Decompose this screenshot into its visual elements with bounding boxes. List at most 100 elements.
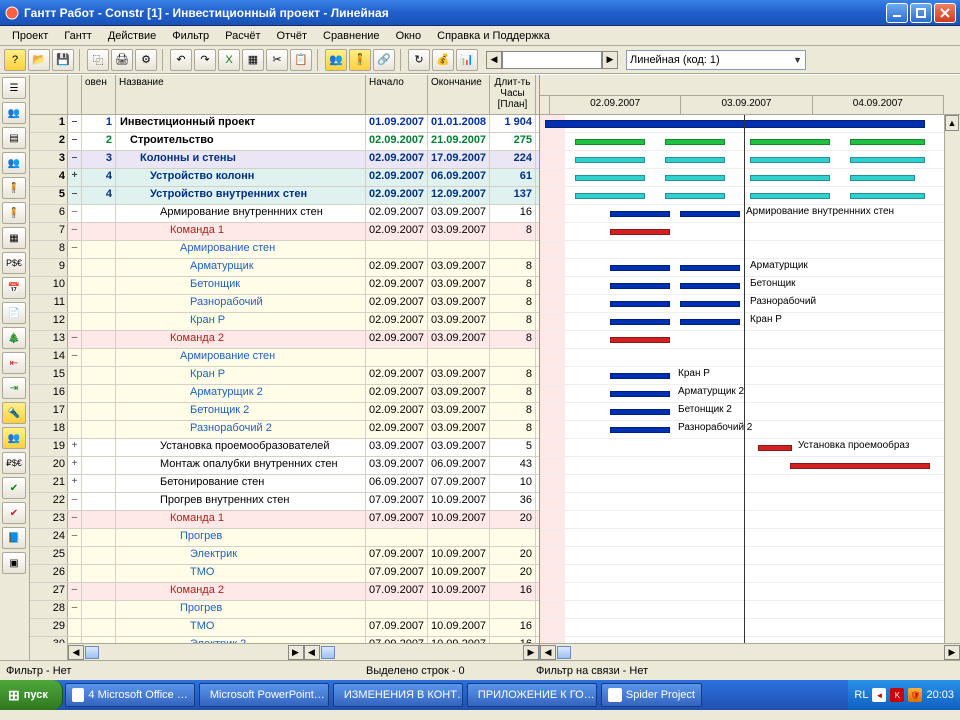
gantt-row[interactable] bbox=[540, 457, 944, 475]
gantt-bar[interactable] bbox=[545, 120, 925, 128]
scroll-thumb[interactable] bbox=[557, 646, 571, 659]
team-teal-icon[interactable]: 👥 bbox=[2, 152, 26, 174]
scroll-left-icon[interactable]: ◀ bbox=[540, 645, 556, 660]
header-duration[interactable]: Длит-ть Часы [План] bbox=[490, 75, 536, 114]
save-icon[interactable]: 💾 bbox=[52, 49, 74, 71]
gantt-bar[interactable] bbox=[610, 229, 670, 235]
gantt-bar[interactable] bbox=[575, 175, 645, 181]
menu-item[interactable]: Расчёт bbox=[217, 28, 268, 44]
open-icon[interactable]: 📂 bbox=[28, 49, 50, 71]
gantt-hscroll[interactable]: ◀ ▶ bbox=[540, 643, 960, 660]
scroll-up-icon[interactable]: ▲ bbox=[945, 115, 959, 131]
copy-icon[interactable]: ⿻ bbox=[87, 49, 109, 71]
table-row[interactable]: 4+4Устройство колонн02.09.200706.09.2007… bbox=[30, 169, 539, 187]
gantt-bar[interactable] bbox=[850, 139, 925, 145]
money-icon[interactable]: 💰 bbox=[432, 49, 454, 71]
gantt-row[interactable]: Бетонщик bbox=[540, 277, 944, 295]
people-icon[interactable]: 👥 bbox=[325, 49, 347, 71]
undo-icon[interactable]: ↶ bbox=[170, 49, 192, 71]
table-row[interactable]: 26ТМО07.09.200710.09.200720 bbox=[30, 565, 539, 583]
filter-icon[interactable]: ▤ bbox=[2, 127, 26, 149]
gantt-bar[interactable] bbox=[610, 301, 670, 307]
gantt-row[interactable]: Кран Р bbox=[540, 367, 944, 385]
gantt-bar[interactable] bbox=[680, 301, 740, 307]
gantt-bar[interactable] bbox=[850, 175, 915, 181]
gantt-bar[interactable] bbox=[575, 157, 645, 163]
close-button[interactable] bbox=[934, 3, 956, 23]
gantt-bar[interactable] bbox=[610, 337, 670, 343]
gantt-row[interactable] bbox=[540, 583, 944, 601]
gantt-row[interactable]: Бетонщик 2 bbox=[540, 403, 944, 421]
table-row[interactable]: 5–4Устройство внутренних стен02.09.20071… bbox=[30, 187, 539, 205]
gantt-row[interactable] bbox=[540, 529, 944, 547]
menu-item[interactable]: Фильтр bbox=[164, 28, 217, 44]
gantt-bar[interactable] bbox=[610, 283, 670, 289]
gantt-row[interactable] bbox=[540, 223, 944, 241]
menu-item[interactable]: Окно bbox=[388, 28, 430, 44]
expand-toggle[interactable] bbox=[68, 421, 82, 438]
table-row[interactable]: 12Кран Р02.09.200703.09.20078 bbox=[30, 313, 539, 331]
expand-toggle[interactable] bbox=[68, 547, 82, 564]
table-row[interactable]: 13–Команда 202.09.200703.09.20078 bbox=[30, 331, 539, 349]
gantt-row[interactable]: Армирование внутреннних стен bbox=[540, 205, 944, 223]
expand-toggle[interactable]: – bbox=[68, 151, 82, 168]
expand-toggle[interactable]: – bbox=[68, 187, 82, 204]
gantt-bar[interactable] bbox=[758, 445, 792, 451]
expand-toggle[interactable]: – bbox=[68, 493, 82, 510]
taskbar-task[interactable]: ПРИЛОЖЕНИЕ К ГО… bbox=[467, 683, 597, 707]
gantt-row[interactable] bbox=[540, 619, 944, 637]
cut-icon[interactable]: ✂ bbox=[266, 49, 288, 71]
gantt-bar[interactable] bbox=[610, 427, 670, 433]
print-icon[interactable]: 🖨 bbox=[111, 49, 133, 71]
clock[interactable]: 20:03 bbox=[926, 689, 954, 701]
start-button[interactable]: ⊞ пуск bbox=[0, 680, 63, 710]
tray-icon-3[interactable]: 🛡 bbox=[908, 688, 922, 702]
expand-toggle[interactable]: – bbox=[68, 205, 82, 222]
expand-toggle[interactable] bbox=[68, 385, 82, 402]
tree-icon[interactable]: 🎄 bbox=[2, 327, 26, 349]
gantt-row[interactable] bbox=[540, 241, 944, 259]
expand-toggle[interactable]: – bbox=[68, 511, 82, 528]
scroll-thumb[interactable] bbox=[321, 646, 335, 659]
expand-icon[interactable]: ⇥ bbox=[2, 377, 26, 399]
gantt-row[interactable]: Арматурщик 2 bbox=[540, 385, 944, 403]
gantt-bar[interactable] bbox=[850, 157, 925, 163]
misc-icon[interactable]: ▣ bbox=[2, 552, 26, 574]
grid-dates-hscroll[interactable]: ◀ ▶ bbox=[304, 643, 540, 660]
gantt-bar[interactable] bbox=[610, 211, 670, 217]
person-red-icon[interactable]: 🧍 bbox=[2, 177, 26, 199]
gantt-row[interactable]: Арматурщик bbox=[540, 259, 944, 277]
menu-item[interactable]: Справка и Поддержка bbox=[429, 28, 558, 44]
gantt-row[interactable]: Разнорабочий 2 bbox=[540, 421, 944, 439]
table-row[interactable]: 22–Прогрев внутренних стен07.09.200710.0… bbox=[30, 493, 539, 511]
expand-toggle[interactable]: + bbox=[68, 457, 82, 474]
taskbar-task[interactable]: 4 Microsoft Office … bbox=[65, 683, 195, 707]
table-row[interactable]: 18Разнорабочий 202.09.200703.09.20078 bbox=[30, 421, 539, 439]
table-row[interactable]: 23–Команда 107.09.200710.09.200720 bbox=[30, 511, 539, 529]
gantt-row[interactable]: Разнорабочий bbox=[540, 295, 944, 313]
header-end[interactable]: Окончание bbox=[428, 75, 490, 114]
expand-toggle[interactable]: – bbox=[68, 349, 82, 366]
link-icon[interactable]: 🔗 bbox=[373, 49, 395, 71]
header-name[interactable]: Название bbox=[116, 75, 366, 114]
gantt-row[interactable] bbox=[540, 547, 944, 565]
header-level[interactable]: овен bbox=[82, 75, 116, 114]
gantt-row[interactable] bbox=[540, 115, 944, 133]
expand-toggle[interactable]: – bbox=[68, 133, 82, 150]
scale-select[interactable]: Линейная (код: 1) ▼ bbox=[626, 50, 806, 70]
scroll-right-icon[interactable]: ▶ bbox=[523, 645, 539, 660]
expand-toggle[interactable]: – bbox=[68, 583, 82, 600]
table-row[interactable]: 9Арматурщик02.09.200703.09.20078 bbox=[30, 259, 539, 277]
gantt-bar[interactable] bbox=[610, 265, 670, 271]
expand-toggle[interactable] bbox=[68, 619, 82, 636]
expand-toggle[interactable] bbox=[68, 277, 82, 294]
table-row[interactable]: 2–2Строительство02.09.200721.09.2007275 bbox=[30, 133, 539, 151]
currency-icon[interactable]: P$€ bbox=[2, 252, 26, 274]
scroll-left-icon[interactable]: ◀ bbox=[68, 645, 84, 660]
gantt-bar[interactable] bbox=[665, 139, 725, 145]
gantt-bar[interactable] bbox=[790, 463, 930, 469]
table-row[interactable]: 3–3Колонны и стены02.09.200717.09.200722… bbox=[30, 151, 539, 169]
scroll-left-icon[interactable]: ◀ bbox=[304, 645, 320, 660]
table-row[interactable]: 10Бетонщик02.09.200703.09.20078 bbox=[30, 277, 539, 295]
gantt-date-cell[interactable]: 03.09.2007 bbox=[681, 95, 812, 114]
